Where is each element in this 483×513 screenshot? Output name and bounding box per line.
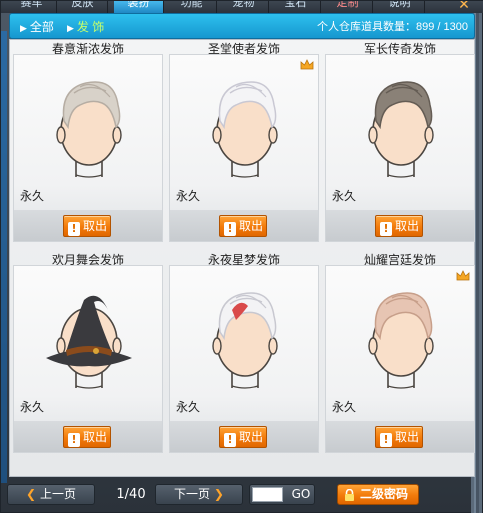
item-duration: 永久 — [20, 189, 45, 203]
tab-skin[interactable]: 皮肤 — [58, 1, 108, 13]
item-preview-box: 永久 ! 取出 — [169, 265, 319, 453]
withdraw-button[interactable]: ! 取出 — [219, 426, 267, 448]
page-indicator: 1/40 — [116, 487, 146, 502]
tab-racecar[interactable]: 赛车 — [7, 1, 57, 13]
withdraw-label: 取出 — [83, 430, 108, 444]
exclamation-icon: ! — [224, 433, 236, 447]
chevron-left-icon: ❮ — [26, 487, 37, 501]
pager-bar: ❮ 上一页 1/40 下一页 ❯ GO 二级密码 — [7, 483, 473, 507]
go-button[interactable]: GO — [288, 485, 314, 504]
item-card[interactable]: 圣堂使者发饰 永久 ! 取出 — [168, 13, 320, 242]
item-preview-box: 永久 ! 取出 — [13, 54, 163, 242]
close-icon[interactable]: ✕ — [456, 1, 472, 13]
exclamation-icon: ! — [380, 433, 392, 447]
item-card[interactable]: 军长传奇发饰 永久 ! 取出 — [324, 13, 476, 242]
prev-page-button[interactable]: ❮ 上一页 — [7, 484, 95, 505]
item-card[interactable]: 春意渐浓发饰 永久 ! 取出 — [12, 13, 164, 242]
item-grid: 春意渐浓发饰 永久 ! 取出 圣堂使者发饰 永久 ! 取出 军长传奇发饰 永久 … — [9, 39, 475, 477]
crown-icon — [456, 270, 470, 281]
tab-help[interactable]: 说明 — [375, 1, 425, 13]
tab-gem[interactable]: 宝石 — [271, 1, 321, 13]
hair-preview-icon — [212, 81, 278, 178]
item-preview-box: 永久 ! 取出 — [325, 54, 475, 242]
item-duration: 永久 — [332, 400, 357, 414]
category-tabbar: 赛车 皮肤 装扮 功能 宠物 宝石 定制 说明 ✕ — [1, 1, 483, 13]
hair-preview-icon — [368, 292, 434, 389]
withdraw-button[interactable]: ! 取出 — [375, 426, 423, 448]
tab-custom[interactable]: 定制 — [323, 1, 373, 13]
secondary-password-button[interactable]: 二级密码 — [337, 484, 419, 505]
crown-icon — [300, 59, 314, 70]
item-duration: 永久 — [176, 400, 201, 414]
tab-outfit[interactable]: 装扮 — [114, 1, 164, 13]
item-card[interactable]: 灿耀宫廷发饰 永久 ! 取出 — [324, 224, 476, 453]
item-duration: 永久 — [20, 400, 45, 414]
item-duration: 永久 — [176, 189, 201, 203]
chevron-right-icon: ❯ — [213, 487, 224, 501]
withdraw-label: 取出 — [239, 430, 264, 444]
next-page-button[interactable]: 下一页 ❯ — [155, 484, 243, 505]
left-decor-strip — [1, 31, 7, 483]
tab-pet[interactable]: 宠物 — [219, 1, 269, 13]
page-jump: GO — [249, 484, 315, 505]
warehouse-window: 赛车 皮肤 装扮 功能 宠物 宝石 定制 说明 ✕ ▶ 全部 ▶ 发 饰 个人仓库道… — [0, 0, 483, 513]
item-duration: 永久 — [332, 189, 357, 203]
exclamation-icon: ! — [68, 433, 80, 447]
hair-preview-icon — [368, 81, 434, 178]
hair-preview-icon — [46, 295, 132, 389]
lock-icon — [345, 489, 354, 501]
item-card[interactable]: 欢月舞会发饰 永久 ! 取出 — [12, 224, 164, 453]
withdraw-label: 取出 — [395, 430, 420, 444]
item-preview-box: 永久 ! 取出 — [13, 265, 163, 453]
prev-page-label: 上一页 — [39, 487, 76, 501]
withdraw-button[interactable]: ! 取出 — [63, 426, 111, 448]
secondary-password-label: 二级密码 — [360, 487, 409, 501]
item-card[interactable]: 永夜星梦发饰 永久 ! 取出 — [168, 224, 320, 453]
tab-function[interactable]: 功能 — [167, 1, 217, 13]
item-preview-box: 永久 ! 取出 — [325, 265, 475, 453]
hair-preview-icon — [212, 292, 278, 389]
item-preview-box: 永久 ! 取出 — [169, 54, 319, 242]
page-jump-input[interactable] — [252, 487, 283, 502]
hair-preview-icon — [56, 81, 122, 178]
next-page-label: 下一页 — [174, 487, 211, 501]
